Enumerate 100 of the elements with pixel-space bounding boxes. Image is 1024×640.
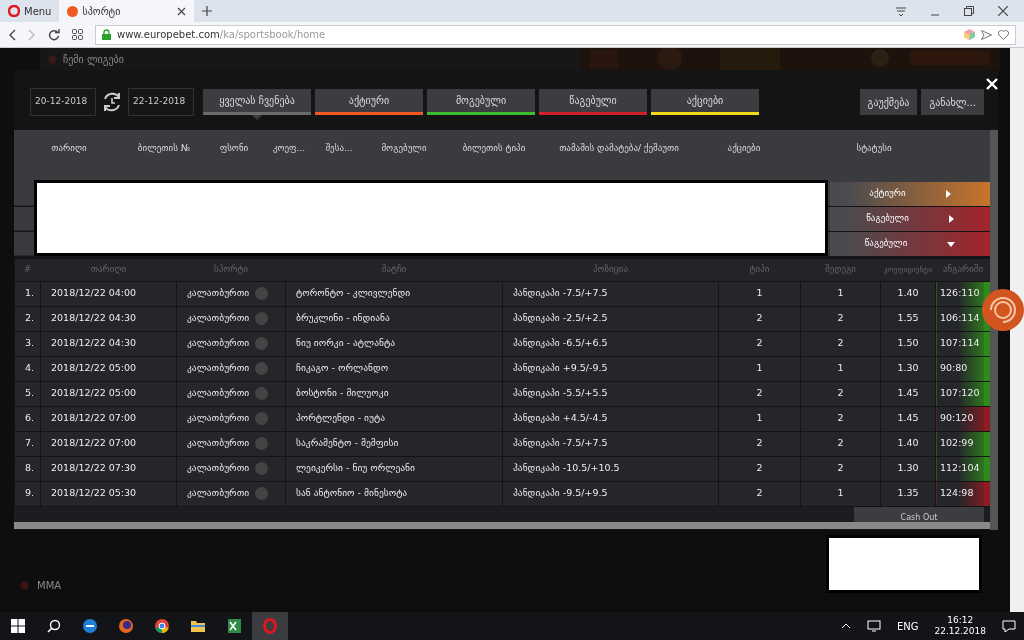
table-cell: 2018/12/22 04:00 (40, 281, 177, 306)
column-header: თარიღი (50, 142, 88, 155)
caret-right-icon (948, 215, 954, 223)
column-header: აქციები (726, 142, 762, 155)
status-label[interactable]: წაგებული (830, 232, 990, 256)
heart-icon[interactable] (998, 29, 1009, 40)
chevron-up-icon[interactable] (840, 623, 851, 629)
clock-date[interactable]: 22.12.2018 (934, 626, 986, 637)
table-cell: ნიუ იორკი - ატლანტა (285, 331, 503, 356)
table-cell: კალათბურთი (187, 387, 250, 399)
grid-icon[interactable] (72, 29, 83, 40)
table-cell: 8. (14, 456, 41, 481)
action-button[interactable]: გაუქმება (859, 89, 918, 115)
scrollbar[interactable] (14, 521, 990, 529)
column-header: ანგარიში (935, 259, 991, 281)
table-cell: კალათბურთი (187, 362, 250, 374)
table-cell: კალათბურთი (187, 412, 250, 424)
table-cell: 5. (14, 381, 41, 406)
date-field[interactable]: 20-12-2018 (30, 88, 96, 116)
column-header: ბილეთის ტიპი (461, 142, 527, 155)
browser-e-icon[interactable] (82, 618, 98, 634)
table-cell: ჰანდიკაპი -7.5/+7.5 (502, 281, 719, 306)
menu-button[interactable]: Menu (0, 0, 60, 22)
table-cell: ჰანდიკაპი -5.5/+5.5 (502, 381, 719, 406)
new-tab-icon[interactable] (202, 6, 213, 16)
table-cell: 1.40 (880, 281, 936, 306)
column-header: შედეგი (800, 259, 881, 281)
site-icon (67, 5, 79, 17)
table-cell: 1 (718, 406, 801, 431)
table-cell: 1 (800, 281, 881, 306)
restore-icon[interactable] (964, 6, 974, 16)
filter-button[interactable]: აქციები (651, 89, 759, 115)
scrollbar[interactable] (1010, 48, 1024, 612)
column-header: თარიღი (40, 259, 177, 281)
browser-tab[interactable]: სპორტი (59, 0, 195, 22)
table-cell: 2018/12/22 05:00 (40, 381, 177, 406)
column-header: შესა... (324, 142, 354, 155)
table-cell: 2. (14, 306, 41, 331)
table-cell: 2 (718, 481, 801, 506)
close-icon[interactable] (998, 6, 1008, 16)
table-cell: 2018/12/22 04:30 (40, 306, 177, 331)
network-icon[interactable] (866, 620, 881, 632)
tab-label: სპორტი (82, 4, 121, 19)
table-cell: 2 (800, 381, 881, 406)
filter-icon[interactable] (896, 6, 906, 16)
support-icon[interactable] (982, 289, 1024, 331)
sport-icon (20, 581, 29, 590)
action-button[interactable]: განახლ... (921, 89, 984, 115)
sidebar-item[interactable]: MMA (37, 578, 62, 593)
table-cell: ჰანდიკაპი -6.5/+6.5 (502, 331, 719, 356)
table-cell: ლეიკერსი - ნიუ ორლეანი (285, 456, 503, 481)
windows-icon[interactable] (10, 618, 26, 634)
column-header: კოეფ... (271, 142, 307, 155)
reload-icon[interactable] (48, 28, 60, 41)
filter-button[interactable]: აქტიური (315, 89, 423, 115)
caret-right-icon (945, 190, 951, 198)
clock-time[interactable]: 16:12 (934, 615, 986, 626)
column-header: სტატუსი (855, 142, 893, 155)
table-cell: ბოსტონი - მილუოკი (285, 381, 503, 406)
table-cell: 2 (718, 431, 801, 456)
table-cell: 4. (14, 356, 41, 381)
status-label[interactable]: აქტიური (830, 182, 990, 206)
spreadsheet-icon[interactable] (226, 618, 242, 634)
table-cell: 1 (718, 356, 801, 381)
folder-icon[interactable] (190, 618, 206, 634)
status-label[interactable]: წაგებული (830, 207, 990, 231)
refresh-clock-icon[interactable] (101, 91, 123, 113)
pointer-icon (252, 115, 262, 120)
column-header: ფსონი (218, 142, 250, 155)
table-cell: 2018/12/22 04:30 (40, 331, 177, 356)
fox-icon[interactable] (118, 618, 134, 634)
language-indicator[interactable]: ENG (896, 618, 919, 634)
chrome-icon[interactable] (154, 618, 170, 634)
column-header: თამაშის დამატება/ ქეშაუთი (558, 142, 680, 155)
notification-icon[interactable] (1002, 619, 1016, 633)
table-cell: კალათბურთი (187, 287, 250, 299)
table-cell: ჰანდიკაპი -2.5/+2.5 (502, 306, 719, 331)
table-cell: საკრამენტო - მემფისი (285, 431, 503, 456)
table-cell: ტორონტო - კლივლენდი (285, 281, 503, 306)
send-icon[interactable] (981, 29, 992, 40)
table-cell: 2018/12/22 05:00 (40, 356, 177, 381)
close-icon[interactable] (177, 6, 187, 16)
table-cell: ჰანდიკაპი -9.5/+9.5 (502, 481, 719, 506)
scrollbar[interactable] (990, 130, 998, 530)
address-field[interactable]: www.europebet.com/ka/sportsbook/home (95, 24, 1016, 45)
table-cell: 2 (800, 456, 881, 481)
date-field[interactable]: 22-12-2018 (128, 88, 194, 116)
filter-button[interactable]: მოგებული (427, 89, 535, 115)
back-icon[interactable] (8, 28, 16, 41)
table-cell: 2018/12/22 05:30 (40, 481, 177, 506)
url-text: www.europebet.com/ka/sportsbook/home (117, 28, 326, 42)
table-cell: 2 (800, 306, 881, 331)
table-cell: 2 (718, 331, 801, 356)
table-cell: ბრუკლინი - ინდიანა (285, 306, 503, 331)
table-cell: 3. (14, 331, 41, 356)
search-icon[interactable] (46, 618, 62, 634)
filter-button[interactable]: წაგებული (539, 89, 647, 115)
table-cell: 2 (800, 331, 881, 356)
table-cell: ჰანდიკაპი +4.5/-4.5 (502, 406, 719, 431)
table-cell: 2 (718, 456, 801, 481)
